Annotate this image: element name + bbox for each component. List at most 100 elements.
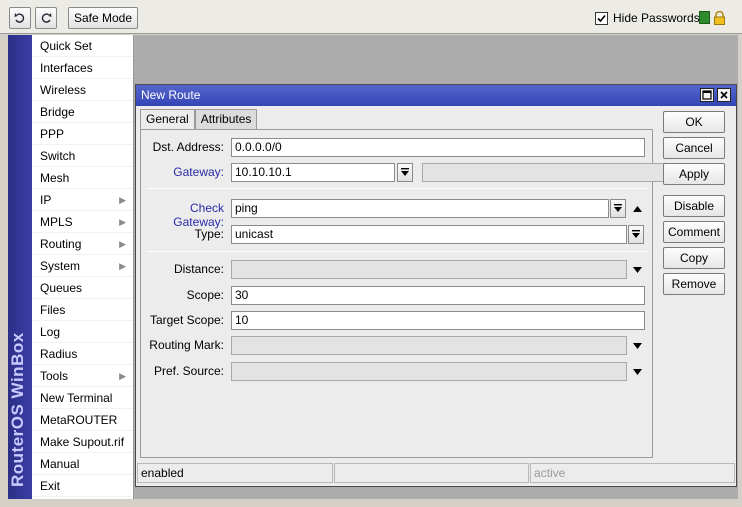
collapse-up-icon (632, 205, 642, 212)
undo-icon (14, 13, 25, 23)
status-bar: enabled active (136, 461, 736, 485)
menu-item-interfaces[interactable]: Interfaces (32, 57, 133, 79)
check-gateway-collapse-button[interactable] (630, 199, 644, 218)
dropdown-arrow-icon (632, 230, 640, 238)
menu-item-mesh[interactable]: Mesh (32, 167, 133, 189)
expand-down-icon (632, 266, 642, 273)
submenu-arrow-icon: ▶ (119, 239, 126, 249)
gateway-dropdown-button[interactable] (397, 163, 413, 182)
gateway-row: Gateway: 10.10.10.1 (141, 163, 667, 182)
menu-item-make-supout-rif[interactable]: Make Supout.rif (32, 431, 133, 453)
menu-item-radius[interactable]: Radius (32, 343, 133, 365)
menu-item-label: Exit (40, 479, 61, 493)
submenu-arrow-icon: ▶ (119, 261, 126, 271)
routing-mark-row: Routing Mark: (141, 336, 654, 355)
menu-item-label: IP (40, 193, 52, 207)
menu-item-bridge[interactable]: Bridge (32, 101, 133, 123)
menu-item-switch[interactable]: Switch (32, 145, 133, 167)
menu-item-manual[interactable]: Manual (32, 453, 133, 475)
target-scope-row: Target Scope: 10 (141, 311, 654, 330)
window-bottom-edge (0, 499, 742, 507)
hide-passwords-label: Hide Passwords (613, 11, 700, 25)
dialog-titlebar[interactable]: New Route (136, 85, 736, 106)
tab-general[interactable]: General (140, 109, 195, 130)
disable-button[interactable]: Disable (663, 195, 725, 217)
undo-button[interactable] (9, 7, 31, 29)
check-gateway-select[interactable]: ping (231, 199, 609, 218)
new-route-dialog: New Route General Attributes Dst. Addres… (135, 84, 737, 487)
menu-item-ppp[interactable]: PPP (32, 123, 133, 145)
menu-item-label: Interfaces (40, 61, 93, 75)
dst-address-row: Dst. Address: 0.0.0.0/0 (141, 138, 654, 157)
submenu-arrow-icon: ▶ (119, 195, 126, 205)
redo-button[interactable] (35, 7, 57, 29)
pref-source-input[interactable] (231, 362, 627, 381)
dialog-title: New Route (141, 88, 201, 102)
gateway-status-field (422, 163, 667, 182)
menu-item-label: Tools (40, 369, 69, 383)
dropdown-arrow-icon (401, 168, 409, 176)
hide-passwords-checkbox[interactable] (595, 11, 608, 25)
check-gateway-dropdown-button[interactable] (610, 199, 626, 218)
menu-item-label: Routing (40, 237, 82, 251)
menu-item-label: Switch (40, 149, 76, 163)
hide-passwords-toggle[interactable]: Hide Passwords (595, 11, 700, 25)
target-scope-label: Target Scope: (149, 313, 224, 327)
remove-button[interactable]: Remove (663, 273, 725, 295)
pref-source-expand-button[interactable] (630, 362, 644, 381)
menu-item-new-terminal[interactable]: New Terminal (32, 387, 133, 409)
redo-icon (41, 13, 52, 23)
menu-item-wireless[interactable]: Wireless (32, 79, 133, 101)
menu-item-routing[interactable]: Routing ▶ (32, 233, 133, 255)
menu-item-tools[interactable]: Tools ▶ (32, 365, 133, 387)
maximize-button[interactable] (700, 88, 714, 102)
tab-attributes[interactable]: Attributes (194, 109, 258, 129)
type-dropdown-button[interactable] (628, 225, 644, 244)
menu-item-label: Quick Set (40, 39, 93, 53)
menu-item-files[interactable]: Files (32, 299, 133, 321)
scope-row: Scope: 30 (141, 286, 654, 305)
dst-address-input[interactable]: 0.0.0.0/0 (231, 138, 645, 157)
gateway-input[interactable]: 10.10.10.1 (231, 163, 395, 182)
close-icon (720, 91, 728, 99)
pref-source-row: Pref. Source: (141, 362, 654, 381)
scope-input[interactable]: 30 (231, 286, 645, 305)
apply-button[interactable]: Apply (663, 163, 725, 185)
distance-input[interactable] (231, 260, 627, 279)
cancel-button[interactable]: Cancel (663, 137, 725, 159)
comment-button[interactable]: Comment (663, 221, 725, 243)
separator (147, 188, 647, 189)
main-menu: Quick Set Interfaces Wireless Bridge PPP Swit… (32, 35, 134, 499)
brand-strip: RouterOS WinBox (8, 35, 32, 499)
dropdown-arrow-icon (614, 204, 622, 212)
distance-expand-button[interactable] (630, 260, 644, 279)
gateway-label[interactable]: Gateway: (141, 165, 224, 179)
brand-label: RouterOS WinBox (8, 332, 27, 487)
menu-item-metarouter[interactable]: MetaROUTER (32, 409, 133, 431)
target-scope-input[interactable]: 10 (231, 311, 645, 330)
menu-item-log[interactable]: Log (32, 321, 133, 343)
lock-icon (714, 11, 725, 25)
menu-item-label: Make Supout.rif (40, 435, 125, 449)
checkmark-icon (597, 14, 606, 22)
menu-item-label: Wireless (40, 83, 87, 97)
routing-mark-input[interactable] (231, 336, 627, 355)
menu-item-ip[interactable]: IP ▶ (32, 189, 133, 211)
ok-button[interactable]: OK (663, 111, 725, 133)
close-button[interactable] (717, 88, 731, 102)
status-active: active (530, 463, 735, 483)
menu-item-queues[interactable]: Queues (32, 277, 133, 299)
routing-mark-expand-button[interactable] (630, 336, 644, 355)
type-select[interactable]: unicast (231, 225, 627, 244)
menu-item-label: Files (40, 303, 66, 317)
menu-item-exit[interactable]: Exit (32, 475, 133, 497)
menu-item-system[interactable]: System ▶ (32, 255, 133, 277)
copy-button[interactable]: Copy (663, 247, 725, 269)
menu-item-mpls[interactable]: MPLS ▶ (32, 211, 133, 233)
menu-item-label: Mesh (40, 171, 70, 185)
menu-item-quick-set[interactable]: Quick Set (32, 35, 133, 57)
dst-address-label: Dst. Address: (152, 140, 224, 154)
status-middle (334, 463, 529, 483)
safe-mode-button[interactable]: Safe Mode (68, 7, 138, 29)
dialog-tabs: General Attributes (140, 109, 258, 130)
